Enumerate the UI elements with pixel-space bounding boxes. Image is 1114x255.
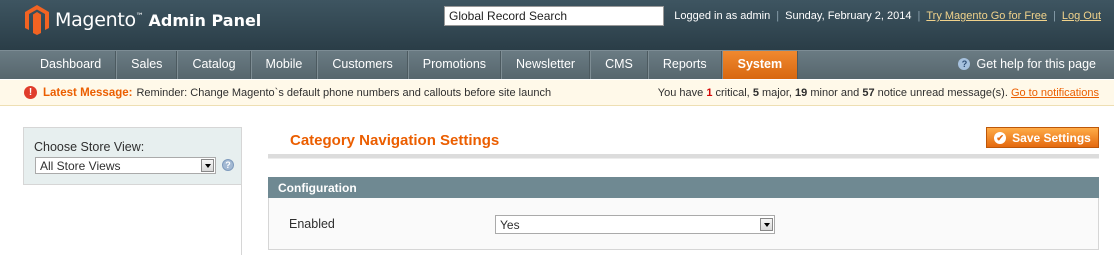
minor-label: minor and — [810, 87, 860, 99]
notice-count: 57 — [862, 87, 875, 99]
critical-count: 1 — [706, 87, 713, 99]
nav-item-customers[interactable]: Customers — [317, 51, 408, 79]
brand-suffix: Admin Panel — [148, 10, 262, 30]
enabled-value: Yes — [500, 218, 520, 232]
header-links: Logged in as admin | Sunday, February 2, 2… — [674, 10, 1101, 22]
minor-count: 19 — [795, 87, 808, 99]
main-nav: Dashboard Sales Catalog Mobile Customers Prom… — [0, 50, 1114, 79]
title-divider — [268, 154, 1099, 159]
fieldset-title: Configuration — [278, 181, 357, 195]
main-nav-list: Dashboard Sales Catalog Mobile Customers Prom… — [0, 51, 1114, 79]
latest-message-label: Latest Message: — [43, 86, 133, 99]
major-label: major, — [762, 87, 792, 99]
logged-in-text: Logged in as admin — [674, 10, 771, 22]
save-settings-label: Save Settings — [1012, 130, 1091, 145]
store-view-label: Choose Store View: — [34, 140, 145, 154]
help-icon[interactable]: ? — [222, 159, 234, 171]
try-magento-go-link[interactable]: Try Magento Go for Free — [926, 10, 1047, 22]
notice-label: notice unread message(s). — [877, 87, 1008, 99]
latest-message-text: Reminder: Change Magento`s default phone… — [136, 86, 552, 99]
separator: | — [917, 10, 921, 22]
go-to-notifications-link[interactable]: Go to notifications — [1011, 87, 1099, 99]
separator: | — [776, 10, 780, 22]
nav-item-mobile[interactable]: Mobile — [250, 51, 318, 79]
save-settings-button[interactable]: ✔ Save Settings — [986, 127, 1099, 148]
help-icon: ? — [958, 58, 971, 70]
nav-item-sales[interactable]: Sales — [116, 51, 178, 79]
nav-item-catalog[interactable]: Catalog — [177, 51, 251, 79]
chevron-down-icon[interactable] — [760, 218, 773, 231]
checkmark-icon: ✔ — [994, 131, 1007, 144]
enabled-label: Enabled — [289, 217, 335, 231]
header: Magento™ Admin Panel Logged in as admin |… — [0, 0, 1114, 50]
separator: | — [1053, 10, 1056, 22]
major-count: 5 — [752, 87, 759, 99]
nav-item-promotions[interactable]: Promotions — [407, 51, 502, 79]
magento-logo[interactable]: Magento™ Admin Panel — [24, 4, 261, 36]
store-view-value: All Store Views — [40, 159, 121, 173]
page-title: Category Navigation Settings — [290, 132, 500, 149]
nav-item-dashboard[interactable]: Dashboard — [24, 51, 117, 79]
sidebar — [23, 185, 242, 255]
error-icon: ! — [24, 86, 37, 99]
chevron-down-icon[interactable] — [201, 159, 214, 172]
latest-message: ! Latest Message: Reminder: Change Magen… — [24, 86, 551, 99]
page-help-link[interactable]: ? Get help for this page — [958, 57, 1096, 71]
summary-prefix: You have — [657, 87, 704, 99]
messages-summary: You have 1 critical, 5 major, 19 minor a… — [658, 87, 1099, 99]
logout-link[interactable]: Log Out — [1062, 10, 1101, 22]
nav-item-reports[interactable]: Reports — [647, 51, 722, 79]
system-messages-bar: ! Latest Message: Reminder: Change Magen… — [0, 80, 1114, 106]
configuration-fieldset: Enabled Yes — [268, 198, 1099, 250]
magento-logo-icon — [25, 5, 49, 35]
current-date: Sunday, February 2, 2014 — [785, 10, 912, 22]
store-view-select[interactable]: All Store Views — [35, 157, 216, 174]
page-help-label: Get help for this page — [976, 57, 1096, 71]
global-search-input[interactable] — [444, 6, 664, 26]
brand-name: Magento™ — [55, 9, 144, 31]
critical-label: critical, — [715, 87, 750, 99]
store-switcher: Choose Store View: All Store Views ? — [23, 127, 242, 185]
enabled-select[interactable]: Yes — [495, 215, 775, 234]
nav-item-cms[interactable]: CMS — [590, 51, 648, 79]
nav-item-system[interactable]: System — [721, 51, 799, 79]
configuration-fieldset-header[interactable]: Configuration — [268, 177, 1099, 198]
nav-item-newsletter[interactable]: Newsletter — [501, 51, 591, 79]
